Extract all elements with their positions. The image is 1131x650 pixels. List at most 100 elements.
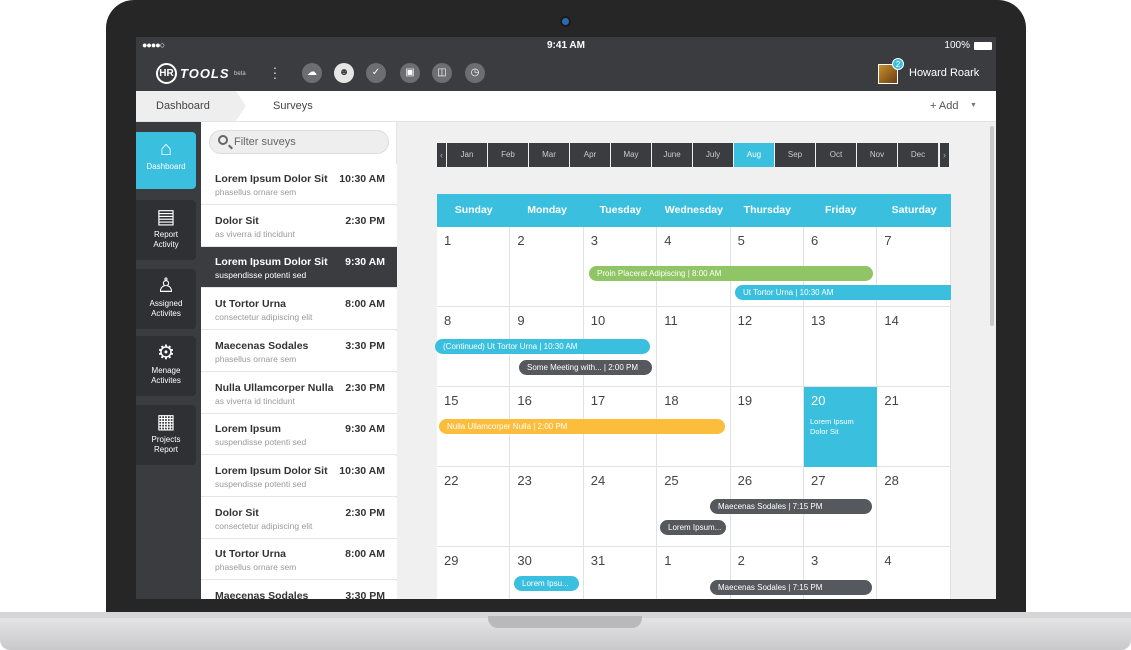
survey-time: 10:30 AM xyxy=(339,464,385,477)
briefcase-icon[interactable]: ◫ xyxy=(432,63,452,83)
day-number: 29 xyxy=(444,553,459,568)
calendar-day[interactable]: 31 xyxy=(583,547,658,599)
calendar-day[interactable]: 2 xyxy=(510,227,584,307)
list-item[interactable]: Dolor Sit 2:30 PM consectetur adipiscing e… xyxy=(201,497,397,539)
scrollbar[interactable] xyxy=(990,126,994,326)
calendar-day[interactable]: 23 xyxy=(510,467,584,547)
calendar-day[interactable]: 28 xyxy=(877,467,951,547)
list-item[interactable]: Maecenas Sodales 3:30 PM xyxy=(201,581,397,599)
calendar-day[interactable]: 4 xyxy=(877,547,951,599)
survey-title: Lorem Ipsum Dolor Sit xyxy=(215,464,328,477)
calendar-day[interactable]: 19 xyxy=(730,387,804,467)
search-input[interactable] xyxy=(234,134,384,150)
breadcrumb-surveys[interactable]: Surveys xyxy=(273,91,313,121)
sidebar-item-dashboard[interactable]: ⌂ Dashboard xyxy=(136,132,196,189)
day-number: 31 xyxy=(590,553,606,568)
calendar-area: ‹ Jan Feb Mar Apr May June July Aug Sep Oct Nov Dec… xyxy=(397,122,996,599)
day-number: 3 xyxy=(811,553,819,568)
sidebar-item-label: Dashboard xyxy=(146,162,186,171)
month-tab[interactable]: Aug xyxy=(734,143,774,167)
calendar-event[interactable]: (Continued) Ut Tortor Urna | 10:30 AM xyxy=(435,339,650,354)
sidebar-item-assigned-activites[interactable]: ♙ Assigned Activites xyxy=(136,269,196,329)
breadcrumb-dashboard[interactable]: Dashboard xyxy=(136,91,236,121)
calendar-day[interactable]: 12 xyxy=(730,307,804,387)
day-number: 3 xyxy=(590,233,599,248)
day-number: 9 xyxy=(517,313,525,328)
calendar-event[interactable]: Proin Placerat Adipiscing | 8:00 AM xyxy=(589,266,873,281)
month-tab[interactable]: Apr xyxy=(570,143,610,167)
list-item[interactable]: Dolor Sit 2:30 PM as viverra id tincidunt xyxy=(201,205,397,247)
list-item[interactable]: Maecenas Sodales 3:30 PM phasellus ornare … xyxy=(201,330,397,372)
calendar-day[interactable]: 1 xyxy=(437,227,511,307)
survey-time: 2:30 PM xyxy=(345,214,385,227)
survey-title: Lorem Ipsum Dolor Sit xyxy=(215,173,328,185)
month-tab[interactable]: Jan xyxy=(447,143,487,167)
survey-title: Dolor Sit xyxy=(215,506,259,519)
day-number: 8 xyxy=(444,313,452,328)
clipboard-icon[interactable]: ✓ xyxy=(366,63,386,83)
add-button[interactable]: + Add xyxy=(930,91,958,121)
chevron-left-icon[interactable]: ‹ xyxy=(437,143,446,167)
user-name[interactable]: Howard Roark xyxy=(909,67,979,79)
calendar-day[interactable]: 21 xyxy=(877,387,951,467)
calendar-day[interactable]: 14 xyxy=(877,307,951,387)
month-tab[interactable]: Mar xyxy=(529,143,569,167)
month-tab[interactable]: Sep xyxy=(775,143,815,167)
calendar-day[interactable]: 30 xyxy=(510,547,584,599)
calendar-day[interactable]: 24 xyxy=(583,467,658,547)
calendar-event[interactable]: Lorem Ipsum... xyxy=(660,520,726,535)
calendar-event[interactable]: Some Meeting with... | 2:00 PM xyxy=(519,360,652,375)
list-item[interactable]: Lorem Ipsum Dolor Sit 10:30 AM suspendisse… xyxy=(201,455,397,497)
day-number: 1 xyxy=(664,553,672,568)
calendar-grid: Sunday Monday Tuesday Wednesday Thursday Frid… xyxy=(435,194,951,599)
survey-subtitle: phasellus ornare sem xyxy=(215,562,297,573)
survey-time: 10:30 AM xyxy=(339,173,385,185)
survey-time: 9:30 AM xyxy=(345,423,385,436)
calendar-day[interactable]: 29 xyxy=(437,547,511,599)
month-tab[interactable]: June xyxy=(652,143,692,167)
survey-subtitle: phasellus ornare sem xyxy=(215,353,297,364)
survey-time: 8:00 AM xyxy=(345,548,385,561)
add-user-icon: ♙ xyxy=(157,275,175,297)
month-tab[interactable]: May xyxy=(611,143,651,167)
sidebar-item-projects-report[interactable]: ▦ Projects Report xyxy=(136,405,196,465)
calendar-day[interactable]: 20 Lorem Ipsum Dolor Sit xyxy=(804,387,878,467)
month-tab[interactable]: Oct xyxy=(816,143,856,167)
book-icon[interactable]: ▣ xyxy=(400,63,420,83)
survey-title: Maecenas Sodales xyxy=(215,590,309,599)
sidebar-item-menage-activites[interactable]: ⚙ Menage Activites xyxy=(136,336,196,396)
watch-icon[interactable]: ◷ xyxy=(465,63,485,83)
survey-title: Maecenas Sodales xyxy=(215,339,309,352)
month-tab[interactable]: Feb xyxy=(488,143,528,167)
chevron-down-icon[interactable]: ▼ xyxy=(970,91,977,121)
list-item[interactable]: Nulla Ullamcorper Nulla 2:30 PM as viverra… xyxy=(201,372,397,414)
calendar-event[interactable]: Maecenas Sodales | 7:15 PM xyxy=(710,499,872,514)
month-tab[interactable]: Dec xyxy=(898,143,938,167)
more-menu-icon[interactable]: · · · xyxy=(272,60,278,84)
list-item[interactable]: Lorem Ipsum 9:30 AM suspendisse potenti se… xyxy=(201,414,397,456)
calendar-event[interactable]: Ut Tortor Urna | 10:30 AM xyxy=(735,285,951,300)
calendar-event[interactable]: Lorem Ipsu... xyxy=(514,576,579,591)
app-logo[interactable]: HR TOOLS beta xyxy=(156,63,256,84)
sidebar-item-report-activity[interactable]: ▤ Report Activity xyxy=(136,200,196,260)
chat-icon[interactable]: ☁ xyxy=(302,63,322,83)
survey-title: Ut Tortor Urna xyxy=(215,298,286,311)
month-tab[interactable]: July xyxy=(693,143,733,167)
breadcrumb-separator xyxy=(236,91,246,121)
people-icon[interactable]: ☻ xyxy=(334,63,354,83)
calendar-day[interactable]: 11 xyxy=(657,307,731,387)
list-item[interactable]: Ut Tortor Urna 8:00 AM consectetur adipisc… xyxy=(201,289,397,331)
calendar-day[interactable]: 22 xyxy=(437,467,511,547)
survey-subtitle: phasellus ornare sem xyxy=(215,187,297,197)
breadcrumb: Dashboard Surveys + Add ▼ xyxy=(136,91,996,122)
calendar-day[interactable]: 13 xyxy=(804,307,878,387)
list-item[interactable]: Lorem Ipsum Dolor Sit 10:30 AM phasellus o… xyxy=(201,164,397,205)
calendar-event[interactable]: Nulla Ullamcorper Nulla | 2:00 PM xyxy=(439,419,725,434)
camera-icon xyxy=(562,18,569,25)
calendar-event[interactable]: Maecenas Sodales | 7:15 PM xyxy=(710,580,872,595)
chevron-right-icon[interactable]: › xyxy=(940,143,949,167)
list-item[interactable]: Lorem Ipsum Dolor Sit 9:30 AM suspendisse … xyxy=(201,247,404,289)
list-item[interactable]: Ut Tortor Urna 8:00 AM phasellus ornare se… xyxy=(201,539,397,581)
month-tab[interactable]: Nov xyxy=(857,143,897,167)
status-bar: ●●●●○ 9:41 AM 100% xyxy=(136,37,996,55)
